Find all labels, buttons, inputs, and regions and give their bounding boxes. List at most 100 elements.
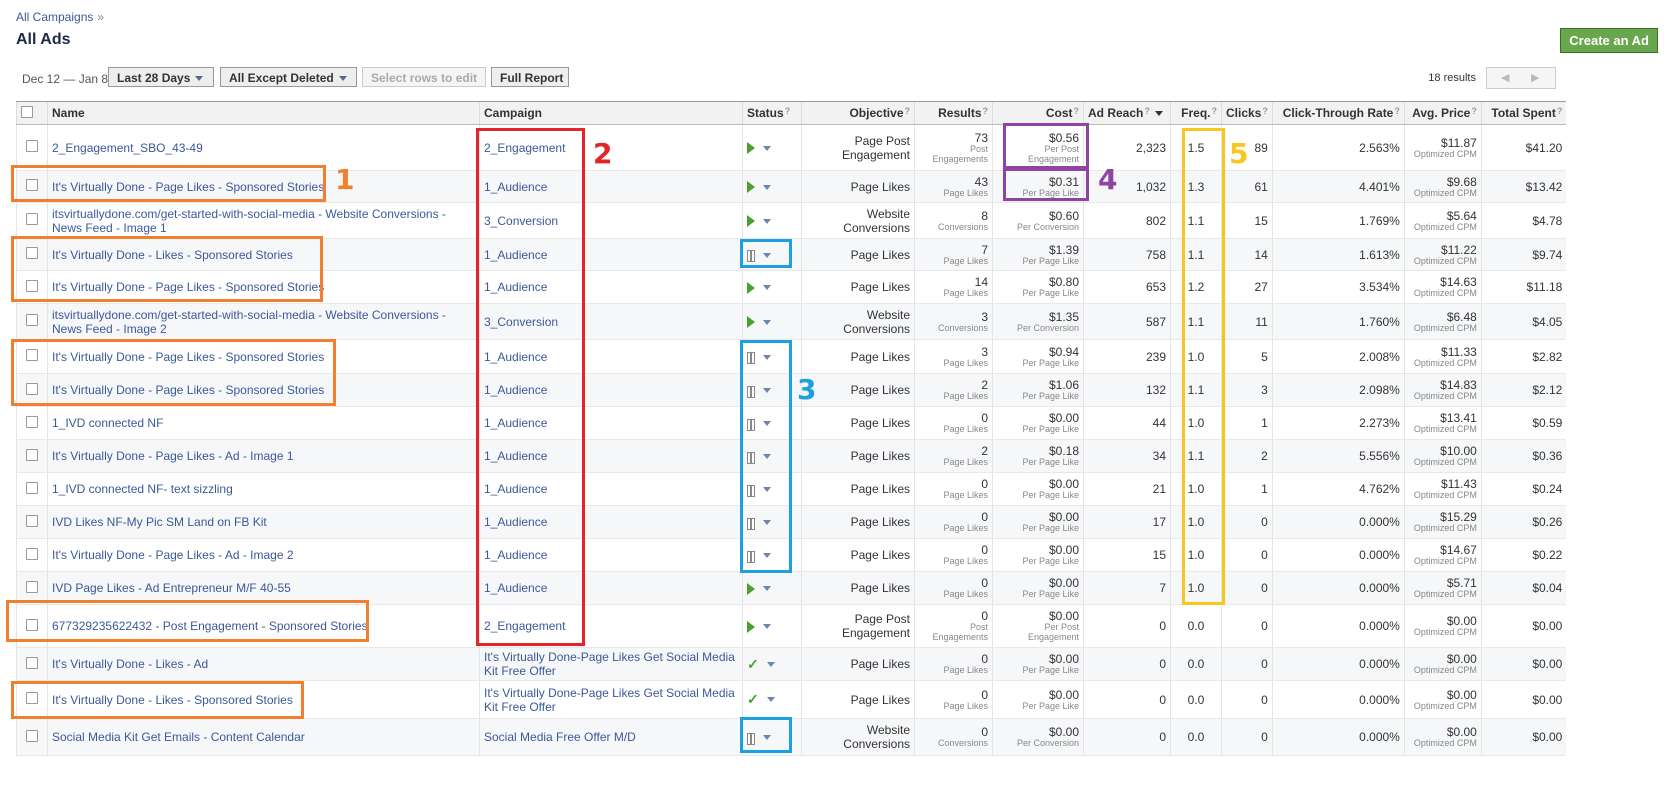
col-total-spent[interactable]: Total Spent? <box>1480 101 1567 125</box>
chevron-down-icon[interactable] <box>763 218 771 224</box>
price-unit: Optimized CPM <box>1413 627 1477 637</box>
col-results[interactable]: Results? <box>914 101 993 125</box>
reach-cell: 21 <box>1083 472 1171 506</box>
objective-cell: Page Likes <box>801 373 915 407</box>
total-spent-cell: $0.00 <box>1480 604 1567 648</box>
annotation-marker-4: 4 <box>1098 163 1118 196</box>
status-cell[interactable] <box>742 124 802 171</box>
avg-price-cell: $0.00 Optimized CPM <box>1403 647 1482 681</box>
status-cell[interactable] <box>742 604 802 648</box>
row-checkbox[interactable] <box>26 415 38 428</box>
table-row[interactable]: It's Virtually Done - Likes - Ad It's Vir… <box>16 647 1567 681</box>
ad-name-link[interactable]: It's Virtually Done - Page Likes - Ad - … <box>52 449 294 463</box>
next-page-icon[interactable]: ▶ <box>1531 71 1539 84</box>
ad-name-link[interactable]: itsvirtuallydone.com/get-started-with-so… <box>52 207 446 235</box>
ad-name-link[interactable]: It's Virtually Done - Likes - Ad <box>52 657 208 671</box>
period-dropdown[interactable]: Last 28 Days <box>108 67 214 87</box>
row-select-cell <box>16 647 48 681</box>
results-value: 0 <box>981 652 988 666</box>
col-frequency[interactable]: Freq.? <box>1170 101 1222 125</box>
status-cell[interactable] <box>742 202 802 239</box>
chevron-down-icon[interactable] <box>763 285 771 291</box>
table-row[interactable]: 2_Engagement_SBO_43-49 2_Engagement Page P… <box>16 124 1567 171</box>
reach-cell: 34 <box>1083 439 1171 473</box>
objective-cell: Page Likes <box>801 339 915 374</box>
table-row[interactable]: itsvirtuallydone.com/get-started-with-so… <box>16 303 1567 340</box>
col-avg-price[interactable]: Avg. Price? <box>1403 101 1482 125</box>
col-clicks[interactable]: Clicks? <box>1221 101 1273 125</box>
results-cell: 2 Page Likes <box>914 373 993 407</box>
col-name[interactable]: Name <box>47 101 480 125</box>
table-row[interactable]: itsvirtuallydone.com/get-started-with-so… <box>16 202 1567 239</box>
campaign-link[interactable]: It's Virtually Done-Page Likes Get Socia… <box>484 686 735 714</box>
reach-cell: 2,323 <box>1083 124 1171 171</box>
prev-page-icon[interactable]: ◀ <box>1501 71 1509 84</box>
select-rows-button[interactable]: Select rows to edit <box>362 67 486 87</box>
row-checkbox[interactable] <box>26 481 38 494</box>
select-all-checkbox[interactable] <box>21 105 33 118</box>
status-cell[interactable] <box>742 571 802 605</box>
row-select-cell <box>16 439 48 473</box>
table-header: Name Campaign Status? Objective? Results… <box>16 101 1567 125</box>
full-report-button[interactable]: Full Report <box>491 67 569 87</box>
avg-price-cell: $13.41 Optimized CPM <box>1403 406 1482 440</box>
chevron-down-icon[interactable] <box>763 184 771 190</box>
ad-name-link[interactable]: IVD Page Likes - Ad Entrepreneur M/F 40-… <box>52 581 291 595</box>
row-checkbox[interactable] <box>26 729 38 742</box>
chevron-down-icon[interactable] <box>766 697 775 702</box>
status-cell[interactable]: ✓ <box>742 647 802 681</box>
row-checkbox[interactable] <box>26 514 38 527</box>
col-status[interactable]: Status? <box>742 101 802 125</box>
chevron-down-icon[interactable] <box>763 586 771 592</box>
ad-name-link[interactable]: itsvirtuallydone.com/get-started-with-so… <box>52 308 446 336</box>
results-value: 0 <box>981 477 988 491</box>
price-value: $0.00 <box>1446 687 1477 702</box>
col-objective[interactable]: Objective? <box>801 101 915 125</box>
chevron-down-icon[interactable] <box>766 661 775 667</box>
row-checkbox[interactable] <box>26 656 38 669</box>
results-cell: 7 Page Likes <box>914 238 993 271</box>
status-cell[interactable] <box>742 170 802 203</box>
row-checkbox[interactable] <box>26 448 38 461</box>
total-spent-cell: $0.00 <box>1480 680 1567 719</box>
breadcrumb-all-campaigns[interactable]: All Campaigns <box>16 10 93 24</box>
row-checkbox[interactable] <box>26 140 38 152</box>
breadcrumb: All Campaigns » <box>16 10 104 24</box>
price-unit: Optimized CPM <box>1413 665 1477 675</box>
row-checkbox[interactable] <box>26 213 38 225</box>
col-campaign[interactable]: Campaign <box>479 101 743 125</box>
clicks-cell: 5 <box>1221 339 1273 374</box>
col-cost[interactable]: Cost? <box>992 101 1084 125</box>
price-unit: Optimized CPM <box>1413 322 1477 333</box>
row-checkbox[interactable] <box>26 547 38 560</box>
cost-unit: Per Post Engagement <box>1027 622 1079 642</box>
avg-price-cell: $14.63 Optimized CPM <box>1403 270 1482 304</box>
campaign-link[interactable]: It's Virtually Done-Page Likes Get Socia… <box>484 650 735 678</box>
ad-name-link[interactable]: 1_IVD connected NF- text sizzling <box>52 482 233 496</box>
results-unit: Page Likes <box>943 700 988 711</box>
ad-name-link[interactable]: 1_IVD connected NF <box>52 416 163 430</box>
col-ad-reach[interactable]: Ad Reach? <box>1083 101 1171 125</box>
row-checkbox[interactable] <box>26 580 38 593</box>
status-cell[interactable]: ✓ <box>742 680 802 719</box>
objective-cell: Page Likes <box>801 270 915 304</box>
create-ad-button[interactable]: Create an Ad <box>1560 28 1658 53</box>
row-checkbox[interactable] <box>26 314 38 326</box>
cost-cell: $0.00 Per Page Like <box>992 538 1084 572</box>
campaign-link[interactable]: Social Media Free Offer M/D <box>484 730 636 744</box>
filter-dropdown[interactable]: All Except Deleted <box>220 67 357 87</box>
clicks-cell: 0 <box>1221 604 1273 648</box>
frequency-cell: 0.0 <box>1170 680 1222 719</box>
cost-value: $0.00 <box>1048 477 1079 491</box>
chevron-down-icon[interactable] <box>763 319 771 325</box>
status-cell[interactable] <box>742 270 802 304</box>
ad-name-link[interactable]: IVD Likes NF-My Pic SM Land on FB Kit <box>52 515 267 529</box>
chevron-down-icon[interactable] <box>763 624 771 630</box>
ad-name-link[interactable]: 2_Engagement_SBO_43-49 <box>52 141 203 155</box>
status-cell[interactable] <box>742 303 802 340</box>
ad-name-link[interactable]: It's Virtually Done - Page Likes - Ad - … <box>52 548 294 562</box>
ad-name-link[interactable]: Social Media Kit Get Emails - Content Ca… <box>52 730 305 744</box>
results-cell: 3 Conversions <box>914 303 993 340</box>
chevron-down-icon[interactable] <box>763 145 771 151</box>
col-ctr[interactable]: Click-Through Rate? <box>1271 101 1405 125</box>
